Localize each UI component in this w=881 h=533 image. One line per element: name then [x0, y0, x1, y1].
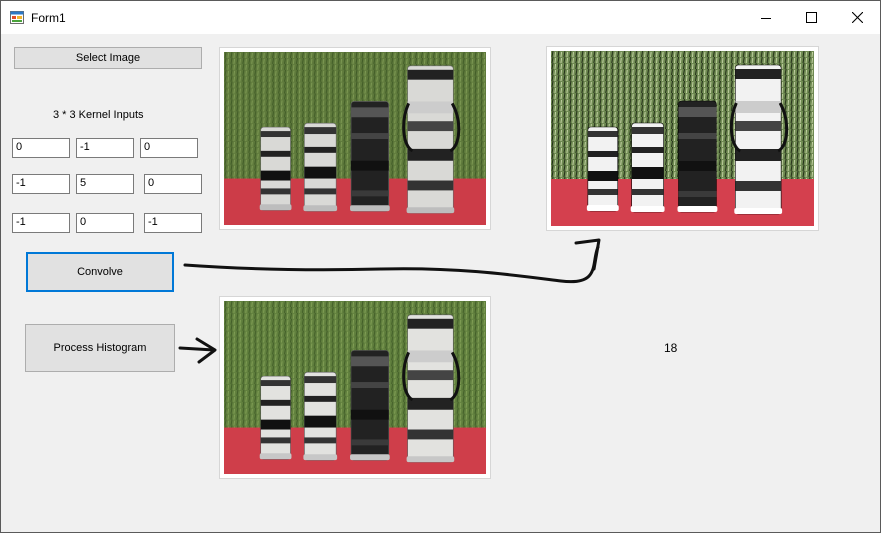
window-title: Form1: [31, 11, 66, 25]
kernel-input-r1c3[interactable]: 0: [140, 138, 198, 158]
original-image: [219, 47, 491, 230]
kernel-input-r2c1[interactable]: -1: [12, 174, 70, 194]
minimize-button[interactable]: [743, 1, 789, 34]
convolved-image: [546, 46, 819, 231]
kernel-input-r2c2[interactable]: 5: [76, 174, 134, 194]
kernel-input-r3c3[interactable]: -1: [144, 213, 202, 233]
title-bar[interactable]: Form1: [1, 1, 880, 34]
convolve-arrow-icon: [183, 245, 600, 284]
maximize-icon: [805, 12, 817, 23]
kernel-input-r2c3[interactable]: 0: [144, 174, 202, 194]
kernel-input-r1c1[interactable]: 0: [12, 138, 70, 158]
form-window: Form1 Select Image 3 * 3 Kernel Inputs 0…: [0, 0, 881, 533]
histogram-image: [219, 296, 491, 479]
kernel-input-r1c2[interactable]: -1: [76, 138, 134, 158]
app-icon: [10, 11, 24, 24]
histogram-arrow-icon: [178, 346, 216, 352]
close-button[interactable]: [834, 1, 880, 34]
kernel-input-r3c1[interactable]: -1: [12, 213, 70, 233]
convolve-button[interactable]: Convolve: [26, 252, 174, 292]
maximize-button[interactable]: [788, 1, 834, 34]
process-histogram-button[interactable]: Process Histogram: [25, 324, 175, 372]
kernel-input-r3c2[interactable]: 0: [76, 213, 134, 233]
result-value: 18: [664, 341, 678, 355]
close-icon: [851, 12, 863, 23]
select-image-button[interactable]: Select Image: [14, 47, 202, 69]
minimize-icon: [761, 17, 771, 19]
kernel-label: 3 * 3 Kernel Inputs: [53, 109, 144, 121]
